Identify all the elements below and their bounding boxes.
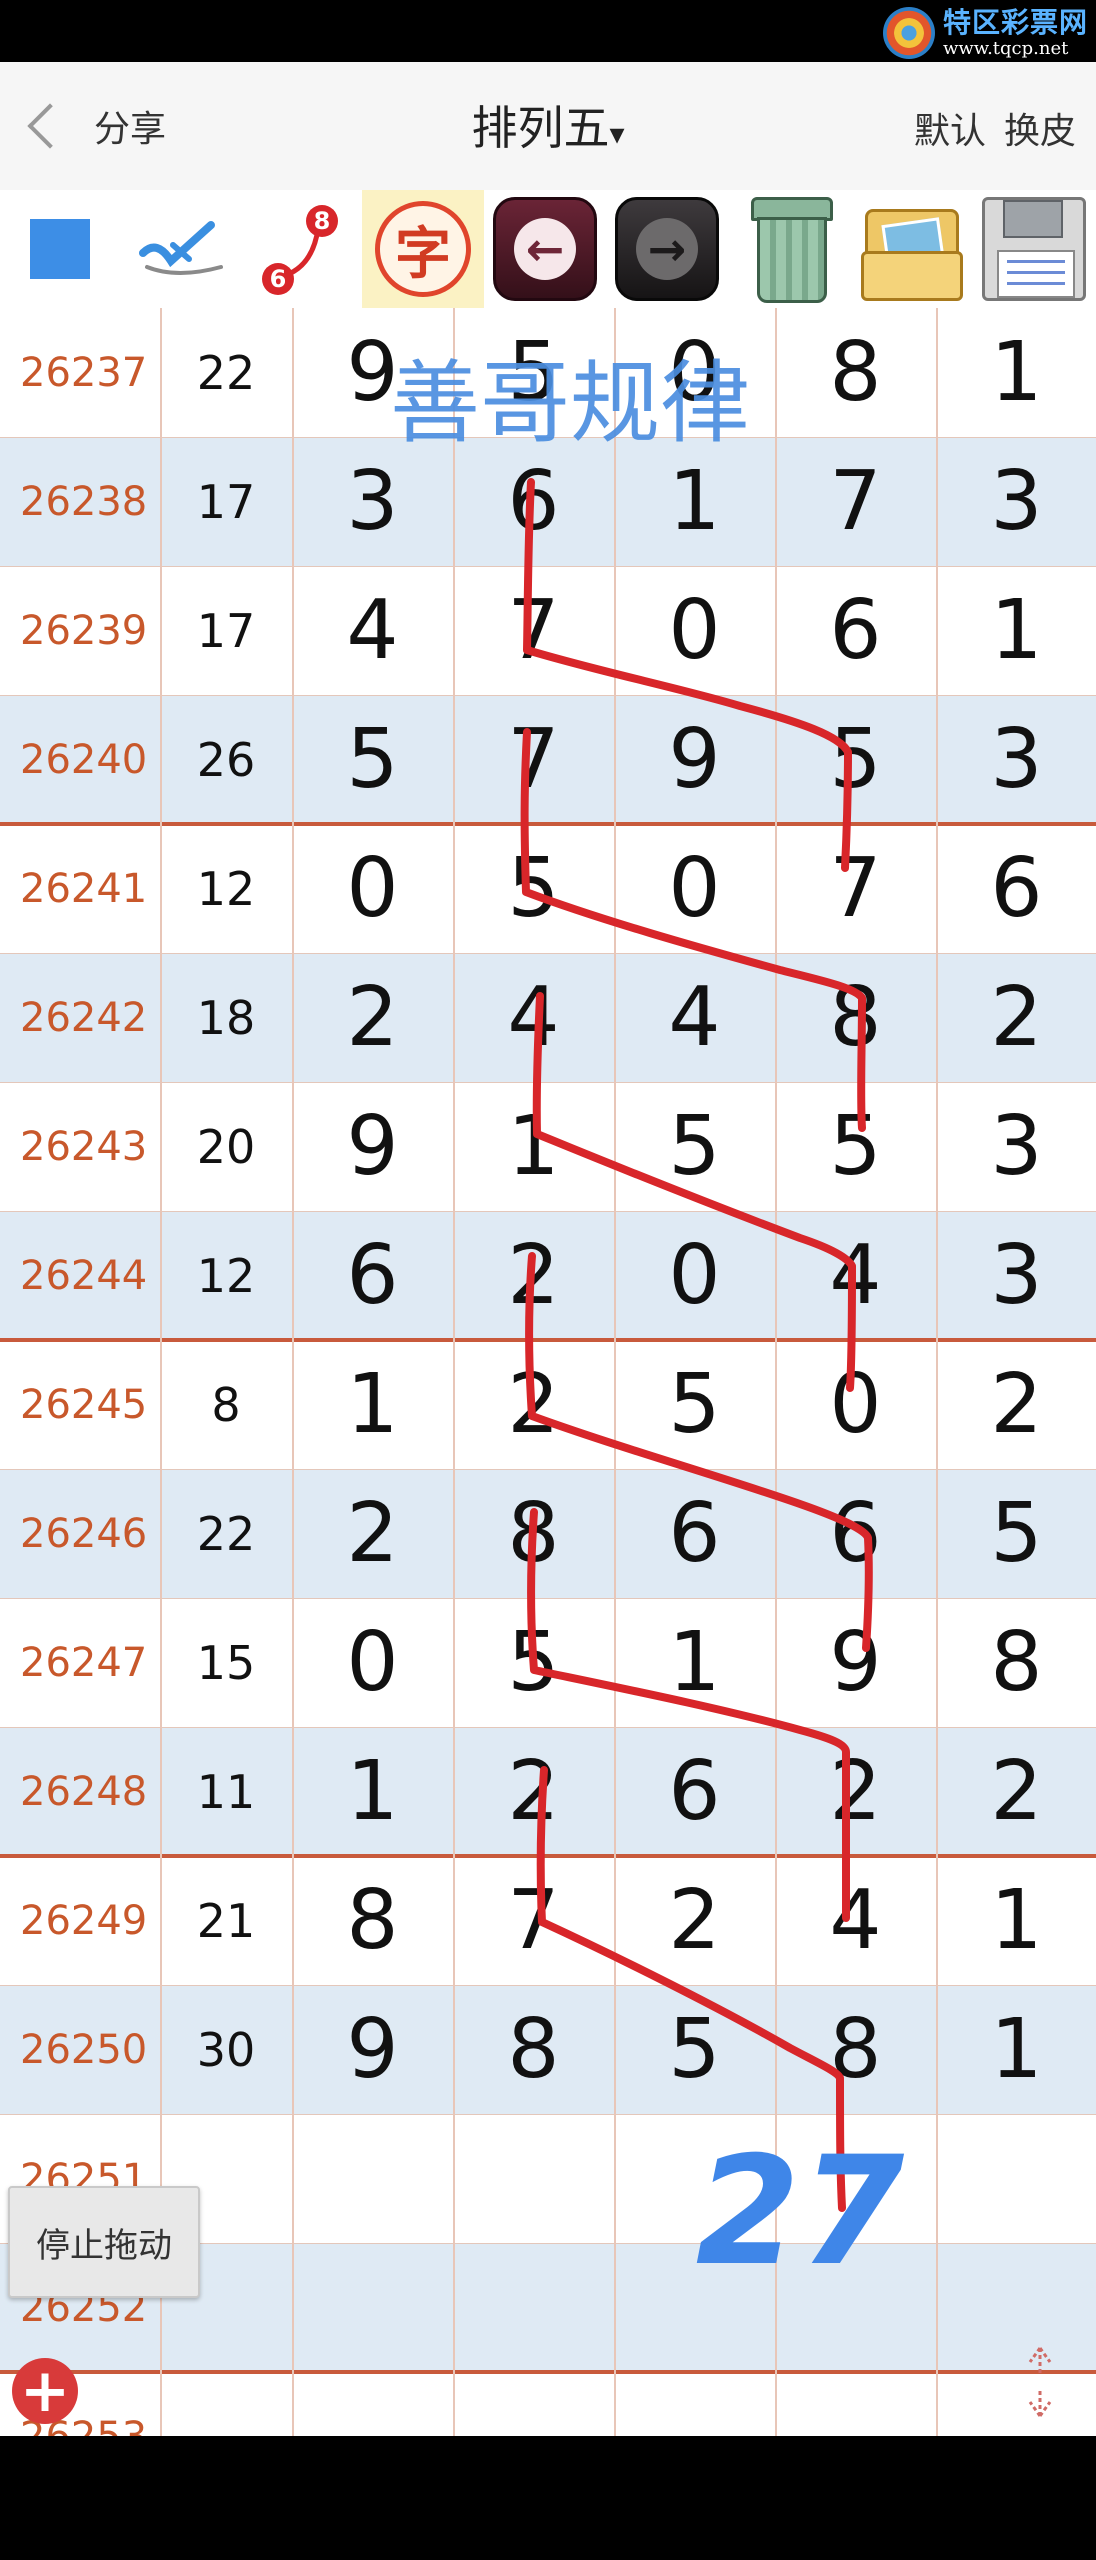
redo-button[interactable]: → xyxy=(606,190,728,308)
character-tool[interactable]: 字 xyxy=(362,190,484,308)
page-title: 排列五 xyxy=(471,101,610,155)
color-tool[interactable] xyxy=(0,190,120,308)
trend-stroke xyxy=(520,728,866,1132)
trend-stroke xyxy=(527,1508,851,1922)
add-icon[interactable]: + xyxy=(12,2358,78,2424)
character-icon: 字 xyxy=(375,201,471,297)
path-number-start: 6 xyxy=(270,265,287,293)
drawing-overlay[interactable]: 27 xyxy=(0,308,1096,2436)
bottom-system-bar xyxy=(0,2436,1096,2560)
site-logo-icon xyxy=(882,7,935,59)
change-skin-button[interactable]: 换皮 xyxy=(1004,102,1076,154)
trend-stroke xyxy=(525,1252,873,1652)
site-watermark: 特区彩票网 www.tqcp.net xyxy=(882,5,1088,60)
handwritten-number: 27 xyxy=(696,2125,905,2299)
redo-arrow-icon: → xyxy=(615,197,719,301)
nav-bar: 分享 排列五▾ 默认 换皮 xyxy=(0,62,1096,190)
scroll-updown-icon[interactable] xyxy=(1016,2344,1064,2420)
status-bar: 特区彩票网 www.tqcp.net xyxy=(0,0,1096,62)
pen-check-icon xyxy=(139,221,223,275)
blue-square-icon xyxy=(30,219,90,279)
site-url: www.tqcp.net xyxy=(942,37,1069,59)
floppy-save-icon xyxy=(982,197,1086,301)
numbered-path-icon: 8 6 xyxy=(262,205,338,295)
site-name: 特区彩票网 xyxy=(942,5,1088,39)
trend-stroke xyxy=(532,992,856,1392)
trend-stroke xyxy=(523,478,852,872)
save-button[interactable] xyxy=(972,190,1096,308)
path-tool[interactable]: 8 6 xyxy=(242,190,362,308)
stop-drag-button[interactable]: 停止拖动 xyxy=(8,2186,200,2298)
picture-folder-icon xyxy=(861,201,963,301)
drawing-toolbar: 8 6 字 ← → xyxy=(0,190,1096,308)
default-button[interactable]: 默认 xyxy=(914,102,986,154)
gallery-button[interactable] xyxy=(850,190,972,308)
undo-arrow-icon: ← xyxy=(493,197,597,301)
path-number-end: 8 xyxy=(314,207,331,235)
trash-icon xyxy=(743,197,835,303)
red-trend-strokes xyxy=(520,478,873,2212)
dropdown-arrow-icon: ▾ xyxy=(609,117,625,152)
clear-button[interactable] xyxy=(728,190,850,308)
undo-button[interactable]: ← xyxy=(484,190,606,308)
pen-tool[interactable] xyxy=(120,190,242,308)
